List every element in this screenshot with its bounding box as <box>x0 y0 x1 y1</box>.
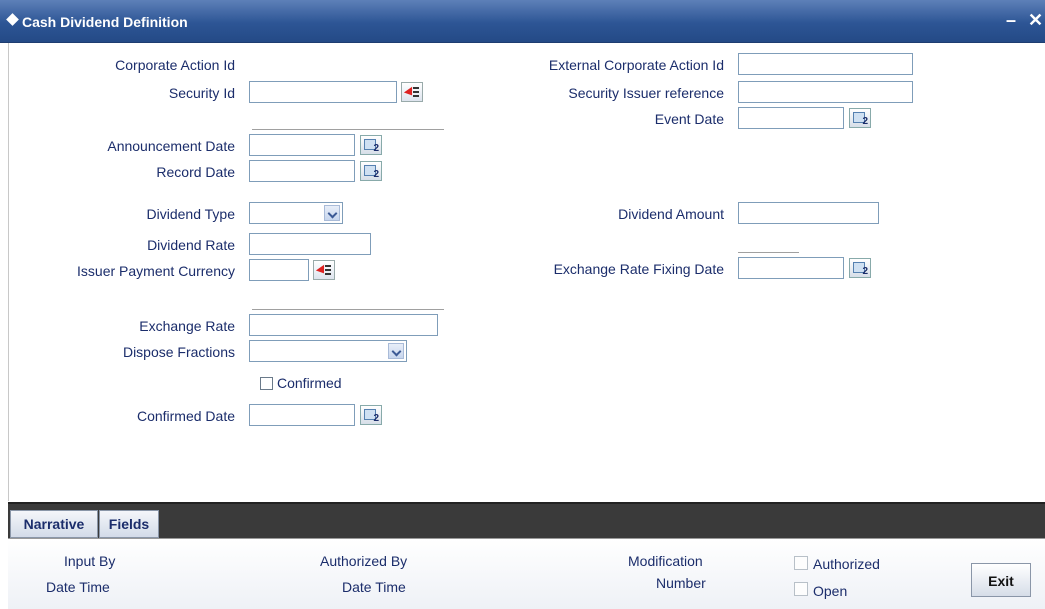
calendar-icon-number: 2 <box>373 413 379 424</box>
minimize-button[interactable]: – <box>1006 10 1016 31</box>
confirmed-date-label: Confirmed Date <box>136 408 235 424</box>
form-area: Corporate Action Id Security Id Announce… <box>8 43 1045 501</box>
dispose-fractions-select[interactable] <box>249 340 407 362</box>
separator <box>738 252 799 253</box>
external-corporate-action-id-input[interactable] <box>738 53 913 75</box>
dividend-amount-input[interactable] <box>738 202 879 224</box>
tab-fields[interactable]: Fields <box>99 510 159 538</box>
dispose-fractions-label: Dispose Fractions <box>122 344 235 360</box>
separator <box>252 129 444 130</box>
confirmed-date-input[interactable] <box>249 404 355 426</box>
calendar-icon-number: 2 <box>862 266 868 277</box>
security-id-lookup-button[interactable] <box>401 82 423 102</box>
exchange-rate-input[interactable] <box>249 314 438 336</box>
exchange-rate-fixing-date-calendar-button[interactable]: 2 <box>849 258 871 278</box>
list-icon <box>325 265 331 275</box>
separator <box>252 309 444 310</box>
announcement-date-input[interactable] <box>249 134 355 156</box>
event-date-input[interactable] <box>738 107 844 129</box>
title-bar: Cash Dividend Definition – ✕ <box>0 0 1045 43</box>
confirmed-date-calendar-button[interactable]: 2 <box>360 405 382 425</box>
confirmed-label: Confirmed <box>277 375 342 391</box>
open-label: Open <box>813 583 848 599</box>
number-label: Number <box>656 575 706 591</box>
record-date-input[interactable] <box>249 160 355 182</box>
list-icon <box>413 87 419 97</box>
external-corporate-action-id-label: External Corporate Action Id <box>548 57 724 73</box>
event-date-calendar-button[interactable]: 2 <box>849 108 871 128</box>
window-title: Cash Dividend Definition <box>22 14 188 30</box>
chevron-down-icon <box>324 205 340 221</box>
date-time-label: Date Time <box>46 579 110 595</box>
confirmed-checkbox[interactable] <box>260 377 273 390</box>
calendar-icon-number: 2 <box>862 116 868 127</box>
exchange-rate-label: Exchange Rate <box>139 318 235 334</box>
issuer-payment-currency-label: Issuer Payment Currency <box>77 263 235 279</box>
open-checkbox <box>794 582 808 596</box>
close-button[interactable]: ✕ <box>1028 10 1043 31</box>
dividend-rate-label: Dividend Rate <box>147 237 235 253</box>
dividend-rate-input[interactable] <box>249 233 371 255</box>
exchange-rate-fixing-date-label: Exchange Rate Fixing Date <box>553 261 724 277</box>
security-issuer-reference-label: Security Issuer reference <box>568 85 724 101</box>
security-id-input[interactable] <box>249 81 397 103</box>
record-date-calendar-button[interactable]: 2 <box>360 161 382 181</box>
authorized-checkbox <box>794 556 808 570</box>
corporate-action-id-label: Corporate Action Id <box>115 57 235 73</box>
exit-button[interactable]: Exit <box>971 563 1031 597</box>
tab-bar: Narrative Fields <box>8 502 1045 540</box>
chevron-down-icon <box>388 343 404 359</box>
issuer-payment-currency-lookup-button[interactable] <box>313 260 335 280</box>
modification-label: Modification <box>628 553 703 569</box>
security-id-label: Security Id <box>168 85 235 101</box>
authorized-by-label: Authorized By <box>320 553 408 569</box>
audit-footer: Input By Date Time Authorized By Date Ti… <box>8 538 1045 609</box>
date-time-label: Date Time <box>342 579 406 595</box>
dividend-amount-label: Dividend Amount <box>618 206 724 222</box>
input-by-label: Input By <box>64 553 116 569</box>
diamond-icon <box>6 13 19 26</box>
record-date-label: Record Date <box>156 164 235 180</box>
exchange-rate-fixing-date-input[interactable] <box>738 257 844 279</box>
announcement-date-label: Announcement Date <box>107 138 235 154</box>
event-date-label: Event Date <box>654 111 724 127</box>
dividend-type-label: Dividend Type <box>146 206 235 222</box>
announcement-date-calendar-button[interactable]: 2 <box>360 135 382 155</box>
dividend-type-select[interactable] <box>249 202 343 224</box>
issuer-payment-currency-input[interactable] <box>249 259 309 281</box>
calendar-icon-number: 2 <box>373 169 379 180</box>
tab-narrative[interactable]: Narrative <box>10 510 98 538</box>
security-issuer-reference-input[interactable] <box>738 81 913 103</box>
cash-dividend-window: Cash Dividend Definition – ✕ Corporate A… <box>0 0 1045 609</box>
calendar-icon-number: 2 <box>373 143 379 154</box>
authorized-label: Authorized <box>813 556 880 572</box>
